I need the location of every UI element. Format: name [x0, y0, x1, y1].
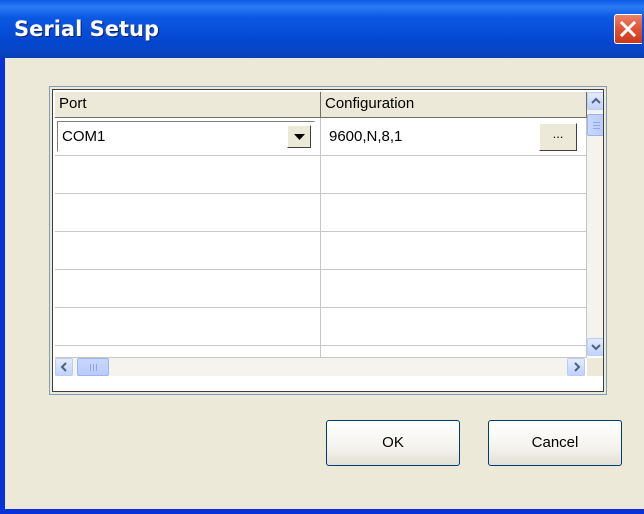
close-icon [620, 21, 636, 37]
configuration-cell[interactable] [321, 346, 587, 358]
table-row [55, 270, 587, 308]
cancel-button[interactable]: Cancel [488, 420, 622, 466]
port-cell[interactable] [55, 194, 321, 232]
table-row [55, 308, 587, 346]
vertical-scroll-thumb[interactable] [587, 114, 603, 136]
window-title: Serial Setup [14, 17, 159, 41]
column-header-configuration[interactable]: Configuration [321, 92, 587, 118]
port-select-value: COM1 [62, 128, 106, 145]
title-bar[interactable]: Serial Setup [0, 0, 644, 58]
chevron-left-icon [60, 362, 67, 372]
table-row [55, 194, 587, 232]
scrollbar-corner [587, 358, 603, 376]
configuration-cell[interactable] [321, 232, 587, 270]
port-cell[interactable] [55, 270, 321, 308]
scroll-down-button[interactable] [587, 338, 603, 356]
configuration-cell[interactable] [321, 156, 587, 194]
configuration-cell[interactable] [321, 194, 587, 232]
scroll-right-button[interactable] [567, 358, 585, 376]
table-row: COM1 9600,N,8,1 ... [55, 118, 587, 156]
configuration-cell[interactable]: 9600,N,8,1 ... [321, 118, 587, 156]
grid-viewport: Port Configuration COM1 9600,N,8,1 ... [52, 89, 604, 392]
configuration-cell[interactable] [321, 270, 587, 308]
chevron-right-icon [574, 362, 581, 372]
port-cell[interactable] [55, 156, 321, 194]
scroll-left-button[interactable] [55, 358, 73, 376]
close-button[interactable] [614, 14, 642, 44]
chevron-down-icon [591, 344, 601, 351]
port-cell[interactable] [55, 232, 321, 270]
table-row [55, 232, 587, 270]
scroll-up-button[interactable] [587, 92, 603, 110]
column-header-port[interactable]: Port [55, 92, 321, 118]
port-cell[interactable] [55, 308, 321, 346]
configure-ellipsis-button[interactable]: ... [539, 123, 577, 151]
port-cell[interactable] [55, 346, 321, 358]
configuration-cell[interactable] [321, 308, 587, 346]
horizontal-scrollbar[interactable] [55, 358, 585, 376]
port-select[interactable]: COM1 [57, 121, 315, 152]
vertical-scrollbar[interactable] [587, 92, 603, 356]
table-row [55, 156, 587, 194]
port-dropdown-button[interactable] [287, 125, 311, 148]
chevron-down-icon [294, 134, 305, 140]
serial-port-grid: Port Configuration COM1 9600,N,8,1 ... [49, 86, 607, 395]
ok-button[interactable]: OK [326, 420, 460, 466]
port-cell: COM1 [55, 118, 321, 156]
grid-header-row: Port Configuration [55, 92, 587, 118]
chevron-up-icon [591, 97, 601, 104]
serial-setup-dialog: Serial Setup Port Configuration COM1 960… [0, 0, 644, 514]
table-row [55, 346, 587, 358]
horizontal-scroll-thumb[interactable] [77, 358, 109, 376]
configuration-value: 9600,N,8,1 [329, 128, 403, 145]
